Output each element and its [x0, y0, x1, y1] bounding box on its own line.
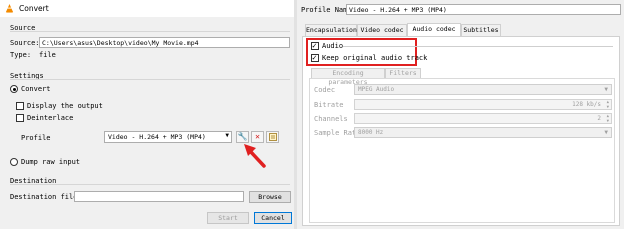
title-bar: Convert [0, 0, 296, 17]
checkmark-icon: ✓ [312, 41, 317, 50]
type-value: file [39, 51, 56, 59]
source-label: Source: [10, 39, 40, 47]
chevron-down-icon: ▼ [604, 86, 608, 93]
chevron-down-icon: ▼ [225, 132, 229, 139]
destination-label: Destination file: [10, 193, 82, 201]
sample-rate-value: 8000 Hz [358, 129, 384, 136]
spin-arrows-icon: ▲ ▼ [606, 113, 609, 123]
deinterlace-checkbox[interactable] [16, 114, 24, 122]
sample-rate-select[interactable]: 8000 Hz ▼ [354, 127, 612, 138]
codec-select[interactable]: MPEG Audio ▼ [354, 84, 612, 95]
keep-original-checkbox[interactable]: ✓ [311, 53, 319, 62]
destination-field[interactable] [74, 191, 244, 202]
convert-radio[interactable] [10, 85, 18, 93]
channels-value: 2 [597, 115, 601, 122]
tab-encoding-parameters[interactable]: Encoding parameters [311, 68, 385, 86]
deinterlace-label: Deinterlace [27, 114, 74, 122]
convert-dialog: Convert Source Source: C:\Users\asus\Des… [0, 0, 296, 229]
dump-raw-radio[interactable] [10, 158, 18, 166]
delete-profile-button[interactable]: ✕ [251, 131, 264, 143]
channels-spinbox[interactable]: 2 ▲ ▼ [354, 113, 612, 124]
codec-select-value: MPEG Audio [358, 86, 395, 93]
tab-audio-codec[interactable]: Audio codec [407, 23, 461, 36]
bitrate-value: 128 kb/s [572, 101, 601, 108]
audio-separator [343, 46, 613, 47]
display-output-checkbox[interactable] [16, 102, 24, 110]
tab-filters-label: Filters [389, 69, 417, 77]
profile-name-field[interactable]: Video - H.264 + MP3 (MP4) [346, 4, 621, 15]
chevron-down-icon: ▼ [604, 129, 608, 136]
tab-encapsulation[interactable]: Encapsulation [305, 24, 357, 36]
profile-label: Profile [21, 134, 51, 142]
profile-edition-dialog: Profile Name Video - H.264 + MP3 (MP4) E… [297, 0, 624, 229]
codec-label: Codec [314, 86, 336, 94]
source-field[interactable]: C:\Users\asus\Desktop\video\My Movie.mp4 [39, 37, 290, 48]
new-profile-icon [268, 133, 277, 141]
browse-button[interactable]: Browse [249, 191, 291, 203]
vlc-cone-icon [5, 4, 14, 13]
edit-profile-button[interactable]: 🔧 [236, 131, 249, 143]
new-profile-button[interactable] [266, 131, 279, 143]
type-label: Type: [10, 51, 32, 59]
dump-raw-label: Dump raw input [21, 158, 81, 166]
tab-video-codec[interactable]: Video codec [357, 24, 407, 36]
profile-name-label: Profile Name [301, 6, 352, 14]
profile-select[interactable]: Video - H.264 + MP3 (MP4) ▼ [104, 131, 232, 143]
tab-filters[interactable]: Filters [385, 68, 421, 78]
convert-radio-label: Convert [21, 85, 51, 93]
keep-original-label: Keep original audio track [322, 54, 428, 62]
display-output-label: Display the output [27, 102, 103, 110]
settings-separator [10, 79, 290, 80]
profile-select-value: Video - H.264 + MP3 (MP4) [108, 133, 206, 141]
delete-x-icon: ✕ [255, 132, 260, 141]
channels-label: Channels [314, 115, 348, 123]
wrench-icon: 🔧 [237, 132, 248, 141]
audio-checkbox-label: Audio [322, 42, 344, 50]
red-arrow-annotation [244, 144, 266, 168]
encoding-parameters-panel: Codec MPEG Audio ▼ Bitrate 128 kb/s ▲ ▼ C… [309, 78, 615, 223]
bitrate-spinbox[interactable]: 128 kb/s ▲ ▼ [354, 99, 612, 110]
window-title: Convert [19, 4, 49, 13]
bitrate-label: Bitrate [314, 101, 344, 109]
tab-subtitles[interactable]: Subtitles [461, 24, 501, 36]
start-button[interactable]: Start [207, 212, 249, 224]
audio-codec-panel: ✓ Audio ✓ Keep original audio track Enco… [302, 36, 620, 226]
spin-arrows-icon: ▲ ▼ [606, 99, 609, 109]
source-separator [10, 31, 290, 32]
audio-checkbox[interactable]: ✓ [311, 41, 319, 50]
destination-separator [10, 184, 290, 185]
checkmark-icon: ✓ [312, 53, 317, 62]
cancel-button[interactable]: Cancel [254, 212, 292, 224]
